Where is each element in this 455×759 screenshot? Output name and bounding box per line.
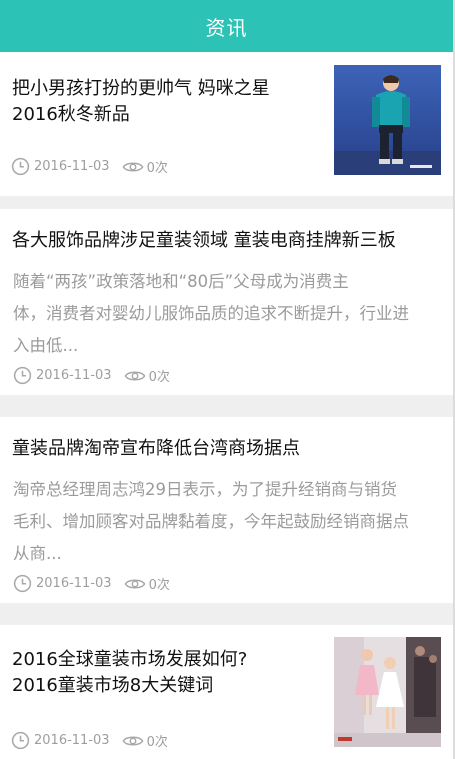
article-title[interactable]: 童装品牌淘帝宣布降低台湾商场据点 (12, 436, 300, 462)
article-views: 0次 (146, 161, 168, 176)
article-summary: 随着“两孩”政策落地和“80后”父母成为消费主 体，消费者对婴幼儿服饰品质的追求… (13, 266, 441, 362)
article-date: 2016-11-03 (34, 733, 110, 748)
article-date: 2016-11-03 (36, 576, 112, 591)
eye-icon (122, 735, 144, 746)
article-meta: 2016-11-03 0次 (11, 731, 168, 750)
summary-line: 从商... (13, 544, 62, 563)
article-meta: 2016-11-03 0次 (11, 157, 168, 176)
article-title-line: 2016全球童装市场发展如何? (12, 649, 248, 670)
summary-line: 毛利、增加顾客对品牌黏着度，今年起鼓励经销商据点 (13, 512, 409, 531)
article-date: 2016-11-03 (34, 159, 110, 174)
article-date: 2016-11-03 (36, 368, 112, 383)
article-title-line: 2016童装市场8大关键词 (12, 675, 214, 696)
summary-line: 体，消费者对婴幼儿服饰品质的追求不断提升，行业进 (13, 304, 409, 323)
kids-fashion-runway-photo (334, 637, 441, 747)
article-title[interactable]: 把小男孩打扮的更帅气 妈咪之星 2016秋冬新品 (12, 76, 270, 128)
eye-icon (124, 370, 146, 381)
article-card[interactable]: 各大服饰品牌涉足童装领域 童装电商挂牌新三板 随着“两孩”政策落地和“80后”父… (0, 209, 453, 395)
summary-line: 随着“两孩”政策落地和“80后”父母成为消费主 (13, 272, 349, 291)
article-thumbnail[interactable] (334, 637, 441, 747)
article-views: 0次 (146, 735, 168, 750)
page-title: 资讯 (205, 15, 248, 40)
eye-icon (122, 161, 144, 172)
summary-line: 入由低... (13, 336, 79, 355)
article-meta: 2016-11-03 0次 (13, 366, 170, 385)
article-thumbnail[interactable] (334, 65, 441, 175)
article-title[interactable]: 各大服饰品牌涉足童装领域 童装电商挂牌新三板 (12, 228, 396, 254)
clock-icon (13, 574, 32, 593)
clock-icon (11, 731, 30, 750)
eye-icon (124, 578, 146, 589)
article-title-line: 把小男孩打扮的更帅气 妈咪之星 (12, 78, 270, 99)
article-title-line: 2016秋冬新品 (12, 104, 130, 125)
clock-icon (13, 366, 32, 385)
clock-icon (11, 157, 30, 176)
summary-line: 淘帝总经理周志鸿29日表示，为了提升经销商与销货 (13, 480, 397, 499)
boy-in-teal-jacket-photo (334, 65, 441, 175)
article-title[interactable]: 2016全球童装市场发展如何? 2016童装市场8大关键词 (12, 647, 247, 699)
article-summary: 淘帝总经理周志鸿29日表示，为了提升经销商与销货 毛利、增加顾客对品牌黏着度，今… (13, 474, 441, 570)
article-meta: 2016-11-03 0次 (13, 574, 170, 593)
article-views: 0次 (148, 370, 170, 385)
app-header: 资讯 (0, 0, 453, 52)
article-views: 0次 (148, 578, 170, 593)
article-card[interactable]: 2016全球童装市场发展如何? 2016童装市场8大关键词 2016-11-03… (0, 625, 453, 759)
article-card[interactable]: 童装品牌淘帝宣布降低台湾商场据点 淘帝总经理周志鸿29日表示，为了提升经销商与销… (0, 417, 453, 603)
article-card[interactable]: 把小男孩打扮的更帅气 妈咪之星 2016秋冬新品 2016-11-03 0次 (0, 52, 453, 196)
